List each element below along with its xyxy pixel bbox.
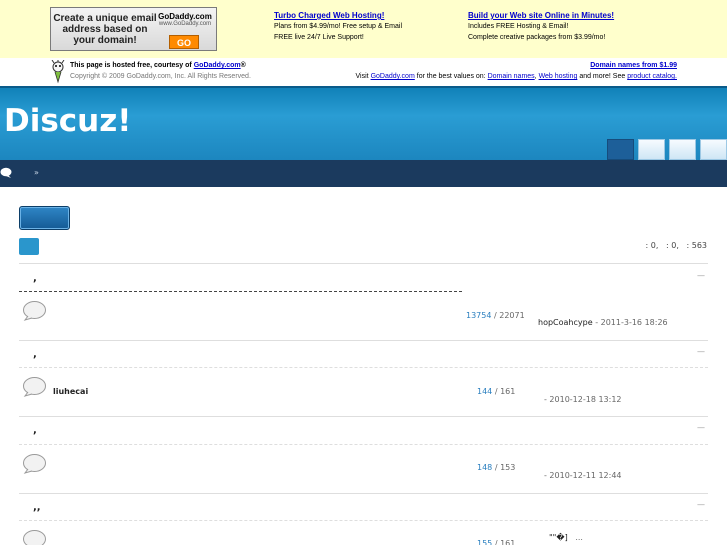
visit-godaddy-link[interactable]: GoDaddy.com (371, 73, 415, 80)
topic-count: 13754 (466, 311, 492, 320)
domain-names-link[interactable]: Domain names from $1.99 (590, 61, 677, 71)
last-post-time[interactable]: - 2010-12-18 13:12 (544, 395, 622, 404)
group-divider (19, 444, 708, 445)
topic-count: 155 (477, 539, 493, 545)
collapse-icon[interactable]: — (697, 271, 705, 281)
home-bubble-icon[interactable] (0, 167, 12, 178)
visit-and: and more! See (579, 73, 626, 80)
promo-website: Build your Web site Online in Minutes! I… (468, 10, 614, 43)
post-count: 161 (500, 387, 516, 396)
visit-line: Visit GoDaddy.com for the best values on… (355, 73, 678, 80)
forum-header: Discuz! (0, 86, 727, 160)
ad-banner[interactable]: Create a unique email address based on y… (50, 7, 217, 51)
forum-status-bubble-icon (23, 454, 46, 474)
header-tab-1[interactable] (607, 139, 634, 160)
post-count: 22071 (499, 311, 525, 320)
last-post-time[interactable]: - 2010-12-11 12:44 (544, 471, 622, 480)
hosted-prefix: This page is hosted free, courtesy of (70, 62, 192, 69)
last-post: hopCoahcype - 2011-3-16 18:26 (538, 317, 668, 328)
last-post: - 2010-12-11 12:44 (544, 470, 622, 481)
group-title[interactable]: , (33, 425, 37, 437)
forum-status-bubble-icon (23, 377, 46, 397)
forum-counts: 155 / 161 (477, 538, 515, 545)
group-divider (19, 520, 708, 521)
collapse-icon[interactable]: — (697, 500, 705, 510)
forum-stats: : 0, : 0, : 563 (645, 241, 707, 250)
topic-count: 148 (477, 463, 493, 472)
visit-mid: for the best values on: (416, 73, 486, 80)
promo-website-line2: Complete creative packages from $3.99/mo… (468, 34, 606, 41)
post-count: 161 (500, 539, 516, 545)
forum-status-bubble-icon (23, 301, 46, 321)
group-title[interactable]: ,, (33, 502, 41, 514)
copyright-text: Copyright © 2009 GoDaddy.com, Inc. All R… (70, 73, 251, 80)
header-tab-4[interactable] (700, 139, 727, 160)
promo-hosting: Turbo Charged Web Hosting! Plans from $4… (274, 10, 402, 43)
godaddy-logo: GoDaddy.com www.GoDaddy.com (157, 12, 213, 28)
divider (19, 493, 708, 494)
godaddy-mascot-icon (51, 60, 65, 84)
group-title[interactable]: , (33, 273, 37, 285)
divider (19, 263, 708, 264)
promo-hosting-line1: Plans from $4.99/mo! Free setup & Email (274, 23, 402, 30)
breadcrumb-bar: » (0, 160, 727, 187)
count-separator: / (492, 539, 501, 545)
divider (19, 340, 708, 341)
header-tab-3[interactable] (669, 139, 696, 160)
hosting-ad-bar: Create a unique email address based on y… (0, 0, 727, 58)
forum-status-bubble-icon (23, 530, 46, 545)
collapse-icon[interactable]: — (697, 423, 705, 433)
ad-go-button[interactable]: GO (169, 35, 199, 49)
count-separator: / (492, 387, 501, 396)
visit-prefix: Visit (355, 73, 369, 80)
count-separator: / (492, 463, 501, 472)
hosted-by-bar: This page is hosted free, courtesy of Go… (0, 58, 727, 86)
header-tab-2[interactable] (638, 139, 665, 160)
domain-names-inline-link[interactable]: Domain names (488, 73, 535, 80)
breadcrumb-separator: » (34, 168, 39, 177)
godaddy-logo-text: GoDaddy.com (158, 12, 212, 21)
forum-counts: 144 / 161 (477, 386, 515, 397)
forum-moderator[interactable]: liuhecai (53, 386, 88, 397)
group-divider (19, 291, 462, 292)
collapse-icon[interactable]: — (697, 347, 705, 357)
hosted-notice: This page is hosted free, courtesy of Go… (70, 61, 246, 71)
forum-stats-icon (19, 238, 39, 255)
hosted-godaddy-link[interactable]: GoDaddy.com (194, 62, 241, 69)
last-post: - 2010-12-18 13:12 (544, 394, 622, 405)
web-hosting-link[interactable]: Web hosting (539, 73, 578, 80)
last-post-title[interactable]: ""�] (549, 533, 568, 542)
ad-banner-text: Create a unique email address based on y… (53, 13, 157, 46)
topic-count: 144 (477, 387, 493, 396)
divider (19, 416, 708, 417)
group-divider (19, 367, 708, 368)
last-post-author[interactable]: hopCoahcype (538, 318, 593, 327)
discuz-logo[interactable]: Discuz! (4, 102, 131, 140)
last-post-time[interactable]: - 2011-3-16 18:26 (595, 318, 667, 327)
promo-hosting-link[interactable]: Turbo Charged Web Hosting! (274, 10, 402, 21)
post-count: 153 (500, 463, 516, 472)
promo-website-line1: Includes FREE Hosting & Email! (468, 23, 569, 30)
godaddy-logo-url: www.GoDaddy.com (158, 21, 212, 27)
promo-website-link[interactable]: Build your Web site Online in Minutes! (468, 10, 614, 21)
group-title[interactable]: , (33, 349, 37, 361)
forum-counts: 148 / 153 (477, 462, 515, 473)
forum-counts: 13754 / 22071 (466, 310, 525, 321)
product-catalog-link[interactable]: product catalog. (627, 73, 677, 80)
hosted-suffix: ® (240, 62, 246, 69)
last-post-more[interactable]: ... (575, 533, 583, 542)
new-topic-button[interactable] (19, 206, 70, 230)
promo-hosting-line2: FREE live 24/7 Live Support! (274, 34, 364, 41)
last-post: ""�] ... (549, 532, 583, 543)
forum-page: Create a unique email address based on y… (0, 0, 727, 545)
